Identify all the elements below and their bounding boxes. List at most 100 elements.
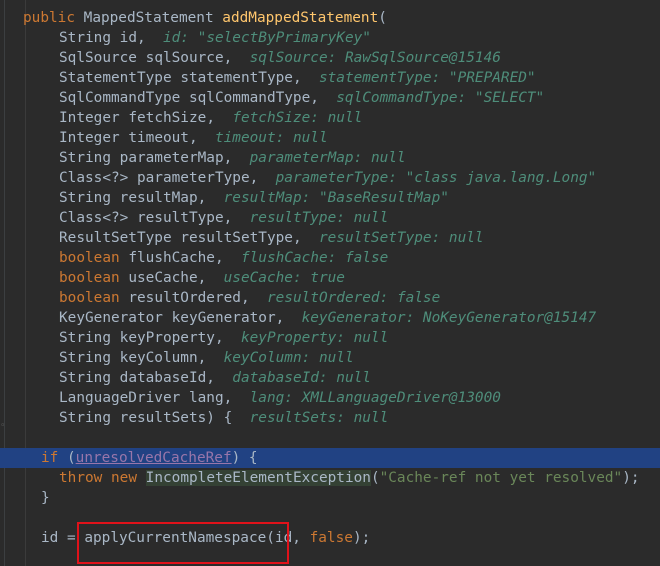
code-line-param[interactable]: Class<?> parameterType, parameterType: "… (0, 168, 660, 188)
param-type: String (59, 150, 111, 166)
param-name: databaseId (119, 370, 207, 386)
code-line-param[interactable]: ResultSetType resultSetType, resultSetTy… (0, 228, 660, 248)
code-line-if[interactable]: if (unresolvedCacheRef) { (0, 448, 660, 468)
code-line-param[interactable]: StatementType statementType, statementTy… (0, 68, 660, 88)
inline-hint-label: parameterMap: (249, 150, 363, 166)
inline-hint-label: databaseId: (232, 370, 328, 386)
param-name: resultSetType (180, 230, 293, 246)
code-line-throw[interactable]: throw new IncompleteElementException("Ca… (0, 468, 660, 488)
code-line-param[interactable]: Integer timeout, timeout: null (0, 128, 660, 148)
code-line-param[interactable]: String id, id: "selectByPrimaryKey" (0, 28, 660, 48)
inline-hint-value: "class java.lang.Long" (405, 170, 597, 186)
inline-hint-value: "selectByPrimaryKey" (197, 30, 371, 46)
inline-hint-value: true (310, 270, 345, 286)
param-type: boolean (59, 270, 120, 286)
param-separator: , (249, 170, 259, 186)
code-line-param[interactable]: boolean resultOrdered, resultOrdered: fa… (0, 288, 660, 308)
inline-hint-value: XMLLanguageDriver@13000 (301, 390, 501, 406)
code-editor[interactable]: ◦ public MappedStatement addMappedStatem… (0, 0, 660, 566)
param-type: boolean (59, 250, 120, 266)
keyword-public: public (23, 10, 75, 26)
param-type: String (59, 190, 111, 206)
code-line-param[interactable]: String parameterMap, parameterMap: null (0, 148, 660, 168)
inline-hint-label: fetchSize: (232, 110, 319, 126)
param-separator: , (310, 90, 319, 106)
param-separator: , (197, 270, 207, 286)
code-line-param[interactable]: boolean flushCache, flushCache: false (0, 248, 660, 268)
inline-hint-label: resultSets: (249, 410, 345, 426)
code-line-param[interactable]: String resultMap, resultMap: "BaseResult… (0, 188, 660, 208)
code-line-param[interactable]: LanguageDriver lang, lang: XMLLanguageDr… (0, 388, 660, 408)
inline-hint-label: sqlSource: (249, 50, 337, 66)
inline-hint-label: statementType: (318, 70, 441, 86)
code-line-close-brace[interactable]: } (0, 488, 660, 508)
inline-hint-value: null (353, 210, 389, 226)
inline-hint-value: null (318, 350, 354, 366)
param-separator: , (223, 210, 233, 226)
code-line-param[interactable]: Class<?> resultType, resultType: null (0, 208, 660, 228)
param-name: keyGenerator (171, 310, 276, 326)
code-line-param[interactable]: KeyGenerator keyGenerator, keyGenerator:… (0, 308, 660, 328)
param-name: timeout (128, 130, 189, 146)
param-separator: , (197, 190, 207, 206)
param-separator: , (214, 330, 224, 346)
param-type: Class<?> (59, 210, 129, 226)
inline-hint-value: null (336, 370, 371, 386)
param-type: SqlSource (59, 50, 137, 66)
param-name: resultType (136, 210, 224, 226)
inline-hint-value: false (344, 250, 389, 266)
inline-hint-value: "BaseResultMap" (318, 190, 449, 206)
code-line-signature[interactable]: public MappedStatement addMappedStatemen… (0, 8, 660, 28)
param-name: resultMap (119, 190, 198, 206)
param-separator: , (188, 130, 198, 146)
code-line-param[interactable]: String keyColumn, keyColumn: null (0, 348, 660, 368)
inline-hint-label: keyColumn: (223, 350, 311, 366)
close-brace: } (41, 490, 50, 506)
call-close: ); (352, 530, 371, 546)
code-line-param[interactable]: SqlSource sqlSource, sqlSource: RawSqlSo… (0, 48, 660, 68)
code-line-param[interactable]: String resultSets) { resultSets: null (0, 408, 660, 428)
highlight-annotation-box (77, 522, 289, 564)
code-line-param[interactable]: String keyProperty, keyProperty: null (0, 328, 660, 348)
inline-hint-value: null (327, 110, 363, 126)
param-type: ResultSetType (59, 230, 172, 246)
code-line-param[interactable]: boolean useCache, useCache: true (0, 268, 660, 288)
inline-hint-label: useCache: (223, 270, 302, 286)
inline-hint-label: keyProperty: (240, 330, 345, 346)
code-line-param[interactable]: Integer fetchSize, fetchSize: null (0, 108, 660, 128)
param-separator: , (292, 230, 302, 246)
inline-hint-label: resultMap: (223, 190, 311, 206)
method-name: addMappedStatement (222, 10, 379, 26)
code-line-param[interactable]: SqlCommandType sqlCommandType, sqlComman… (0, 88, 660, 108)
param-type: Integer (59, 110, 120, 126)
inline-hint-label: parameterType: (275, 170, 397, 186)
param-type: KeyGenerator (59, 310, 163, 326)
inline-hint-value: null (370, 150, 406, 166)
inline-hint-value: null (292, 130, 328, 146)
inline-hint-label: resultOrdered: (266, 290, 389, 306)
code-line-param[interactable]: String databaseId, databaseId: null (0, 368, 660, 388)
param-name: parameterType (136, 170, 250, 186)
param-name: statementType (180, 70, 293, 86)
